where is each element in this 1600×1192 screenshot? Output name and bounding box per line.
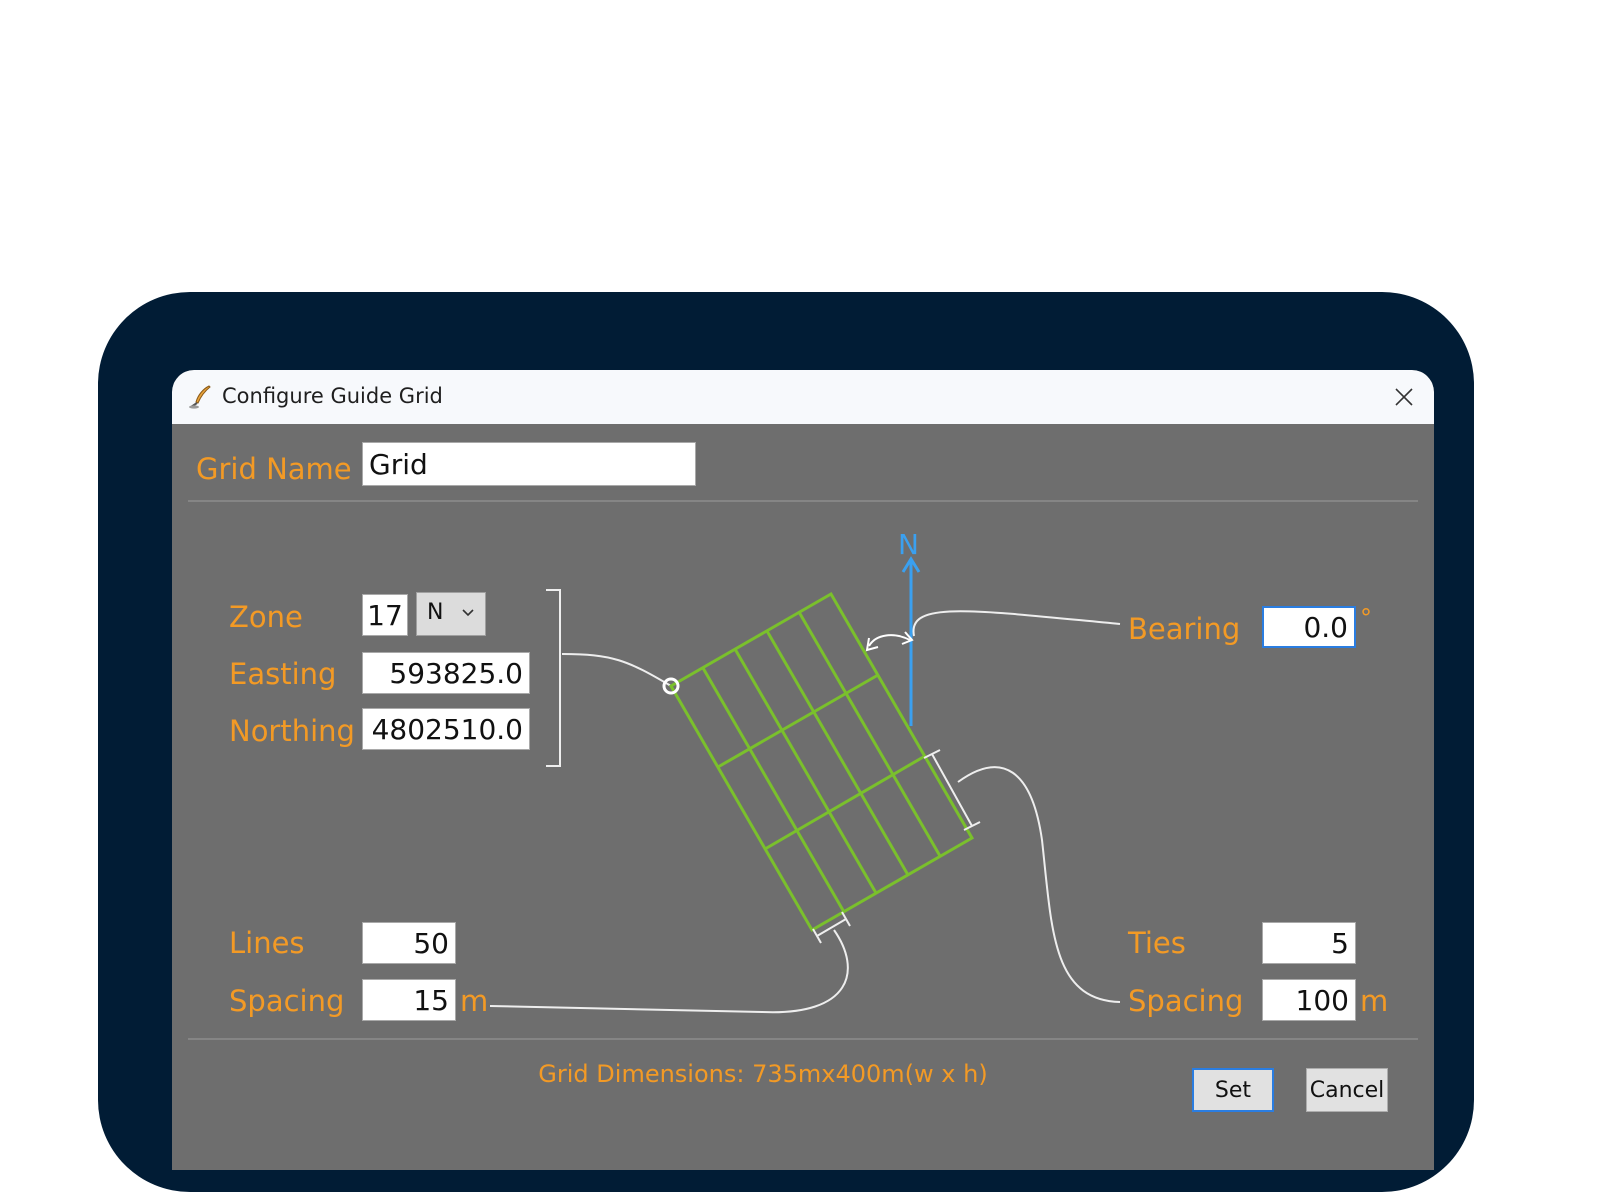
hemisphere-select[interactable]: N — [416, 592, 486, 636]
easting-label: Easting — [229, 657, 337, 691]
guide-grid — [668, 591, 975, 933]
bearing-arc — [868, 634, 911, 647]
northing-label: Northing — [229, 714, 355, 748]
bottom-divider — [188, 1038, 1418, 1040]
line-spacing-label: Spacing — [229, 984, 345, 1018]
zone-input[interactable] — [362, 594, 408, 636]
north-label: N — [898, 528, 919, 561]
bearing-input[interactable] — [1262, 606, 1356, 648]
bearing-label: Bearing — [1128, 612, 1241, 646]
line-spacing-input[interactable] — [362, 979, 456, 1021]
line-spacing-unit: m — [460, 984, 489, 1018]
tie-spacing-label: Spacing — [1128, 984, 1244, 1018]
ties-input[interactable] — [1262, 922, 1356, 964]
chevron-down-icon — [462, 609, 474, 617]
northing-input[interactable] — [362, 708, 530, 750]
tie-spacing-dimension — [923, 749, 981, 831]
cancel-button[interactable]: Cancel — [1306, 1068, 1388, 1112]
configure-grid-dialog: Configure Guide Grid Grid Name Grid N Zo… — [172, 370, 1434, 1170]
easting-input[interactable] — [362, 652, 530, 694]
location-bracket — [546, 589, 561, 767]
tie-spacing-unit: m — [1360, 984, 1389, 1018]
tie-spacing-input[interactable] — [1262, 979, 1356, 1021]
set-button[interactable]: Set — [1192, 1068, 1274, 1112]
lines-input[interactable] — [362, 922, 456, 964]
ties-label: Ties — [1128, 926, 1186, 960]
grid-diagram — [489, 556, 1121, 1014]
bearing-connector — [912, 610, 1121, 637]
origin-connector — [561, 653, 672, 687]
lines-label: Lines — [229, 926, 305, 960]
degree-unit: ° — [1360, 604, 1372, 632]
tie-spacing-connector — [957, 766, 1121, 1003]
line-spacing-connector — [489, 929, 849, 1014]
zone-label: Zone — [229, 600, 303, 634]
hemisphere-value: N — [427, 600, 444, 625]
